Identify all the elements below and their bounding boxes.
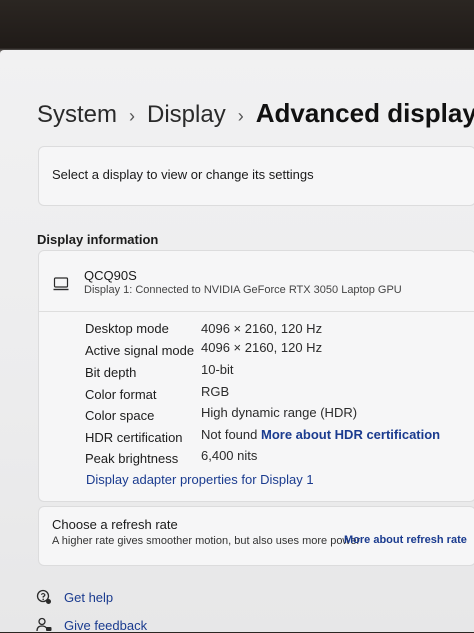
prop-value-color-space: High dynamic range (HDR) [201, 405, 358, 420]
display-adapter-properties-link[interactable]: Display adapter properties for Display 1 [86, 472, 314, 487]
hdr-certification-status: Not found [201, 427, 258, 442]
get-help-link[interactable]: Get help [64, 590, 113, 605]
refresh-rate-title: Choose a refresh rate [52, 517, 178, 532]
prop-value-color-format: RGB [201, 384, 230, 399]
prop-value-hdr-certification: Not found More about HDR certification [201, 427, 440, 442]
prop-label-peak-brightness: Peak brightness [85, 451, 179, 466]
prop-value-desktop-mode: 4096 × 2160, 120 Hz [201, 321, 323, 336]
refresh-rate-card[interactable]: Choose a refresh rate A higher rate give… [38, 506, 474, 566]
refresh-rate-description: A higher rate gives smoother motion, but… [52, 535, 361, 547]
display-information-heading: Display information [37, 232, 159, 247]
prop-value-active-signal-mode: 4096 × 2160, 120 Hz [201, 340, 323, 355]
refresh-rate-link[interactable]: More about refresh rate [344, 534, 467, 546]
monitor-row: QCQ90S Display 1: Connected to NVIDIA Ge… [39, 251, 474, 312]
help-icon [36, 589, 51, 604]
monitor-connection: Display 1: Connected to NVIDIA GeForce R… [84, 284, 402, 296]
page-title: Advanced display [255, 98, 474, 128]
prop-label-hdr-certification: HDR certification [85, 430, 183, 445]
prop-value-peak-brightness: 6,400 nits [201, 448, 258, 463]
hdr-certification-link[interactable]: More about HDR certification [261, 427, 440, 442]
give-feedback-row[interactable]: Give feedback [36, 617, 147, 633]
select-display-label: Select a display to view or change its s… [52, 167, 314, 182]
prop-label-active-signal-mode: Active signal mode [85, 343, 195, 358]
prop-label-color-format: Color format [85, 387, 157, 402]
get-help-row[interactable]: Get help [36, 589, 113, 605]
breadcrumb-system[interactable]: System [37, 101, 117, 129]
feedback-icon [36, 617, 52, 632]
breadcrumb-display[interactable]: Display [147, 101, 226, 129]
prop-value-bit-depth: 10-bit [201, 362, 234, 377]
monitor-icon [53, 277, 69, 291]
prop-label-desktop-mode: Desktop mode [85, 321, 169, 336]
monitor-name: QCQ90S [84, 268, 137, 283]
breadcrumb-separator: › [129, 106, 136, 126]
prop-label-color-space: Color space [85, 408, 155, 423]
breadcrumb: System › Display › Advanced display [37, 98, 474, 129]
select-display-card[interactable]: Select a display to view or change its s… [38, 146, 474, 206]
give-feedback-link[interactable]: Give feedback [64, 618, 147, 633]
display-information-card: QCQ90S Display 1: Connected to NVIDIA Ge… [38, 250, 474, 502]
breadcrumb-separator: › [237, 106, 244, 126]
prop-label-bit-depth: Bit depth [85, 365, 137, 380]
